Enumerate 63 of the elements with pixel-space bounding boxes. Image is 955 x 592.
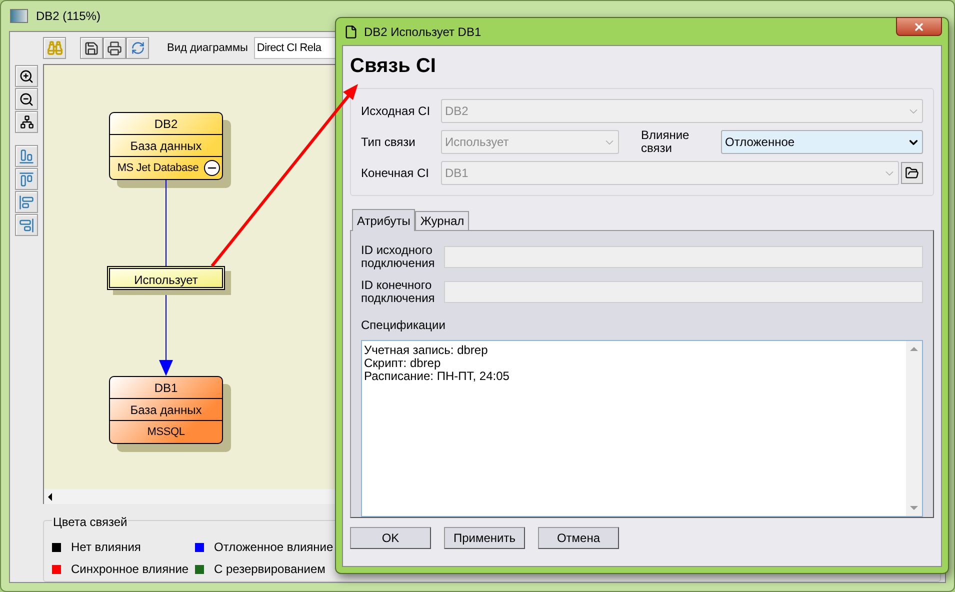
dialog-heading: Связь CI bbox=[350, 54, 437, 78]
tree-icon bbox=[20, 115, 34, 129]
folder-icon bbox=[905, 166, 919, 180]
legend-label: Синхронное влияние bbox=[71, 561, 189, 578]
node-title: DB2 bbox=[110, 113, 222, 135]
printer-icon bbox=[107, 40, 122, 56]
save-icon bbox=[84, 40, 99, 56]
field-label: Тип связи bbox=[361, 134, 416, 151]
align-top-icon bbox=[19, 172, 34, 186]
field-label: ID конечного подключения bbox=[361, 278, 436, 305]
align-bottom-button[interactable] bbox=[15, 145, 38, 167]
open-ci-button[interactable] bbox=[901, 162, 923, 184]
zoom-out-button[interactable] bbox=[15, 88, 38, 110]
node-product: MS Jet Database bbox=[117, 160, 199, 176]
dialog-title: DB2 Использует DB1 bbox=[364, 24, 482, 40]
scroll-up-icon[interactable] bbox=[910, 347, 918, 352]
field-label: Влияние связи bbox=[641, 129, 690, 155]
legend-label: Нет влияния bbox=[71, 539, 141, 556]
node-product: MSSQL bbox=[147, 424, 185, 440]
field-label: ID исходного подключения bbox=[361, 244, 436, 270]
node-type: База данных bbox=[110, 135, 222, 157]
close-icon bbox=[913, 20, 925, 32]
dialog-button[interactable]: Отмена bbox=[538, 527, 619, 549]
legend-label: С резервированием bbox=[214, 561, 326, 578]
align-left-button[interactable] bbox=[15, 191, 38, 213]
vertical-scrollbar[interactable] bbox=[906, 341, 922, 516]
legend-label: Отложенное влияние bbox=[214, 539, 334, 556]
id-input-field[interactable] bbox=[444, 280, 923, 303]
specs-label: Спецификации bbox=[361, 317, 446, 334]
dialog-button[interactable]: Применить bbox=[444, 527, 525, 549]
impact-dropdown[interactable]: Отложенное bbox=[721, 130, 923, 154]
view-label: Вид диаграммы bbox=[167, 40, 248, 56]
layout-button[interactable] bbox=[15, 111, 38, 133]
node-title: DB1 bbox=[110, 377, 222, 399]
print-button[interactable] bbox=[103, 37, 126, 59]
node-type: База данных bbox=[110, 399, 222, 421]
document-icon bbox=[344, 24, 358, 38]
dialog-button[interactable]: OK bbox=[350, 527, 431, 549]
tab[interactable]: Атрибуты bbox=[352, 209, 416, 231]
align-top-button[interactable] bbox=[15, 168, 38, 190]
window-icon bbox=[10, 9, 28, 23]
align-right-button[interactable] bbox=[15, 214, 38, 236]
align-left-icon bbox=[19, 194, 34, 210]
binoculars-icon bbox=[46, 40, 62, 56]
specifications-field[interactable]: Учетная запись: dbrep Скрипт: dbrep Расписание: ПН-ПТ, 24:05 bbox=[361, 340, 923, 517]
window-title: DB2 (115%) bbox=[36, 8, 100, 25]
align-right-icon bbox=[19, 218, 34, 232]
tab[interactable]: Журнал bbox=[415, 211, 470, 230]
field-label: Исходная CI bbox=[361, 103, 432, 120]
zoom-in-icon bbox=[19, 68, 34, 84]
find-button[interactable] bbox=[43, 37, 66, 59]
save-button[interactable] bbox=[80, 37, 103, 59]
collapse-icon[interactable] bbox=[204, 160, 220, 176]
id-input-field[interactable] bbox=[444, 246, 923, 268]
refresh-button[interactable] bbox=[126, 37, 149, 59]
zoom-in-button[interactable] bbox=[15, 65, 38, 87]
scroll-left-icon[interactable] bbox=[48, 492, 52, 500]
align-bottom-icon bbox=[19, 148, 34, 164]
refresh-icon bbox=[130, 41, 144, 55]
zoom-out-icon bbox=[19, 92, 34, 106]
field-label: Конечная CI bbox=[361, 165, 430, 182]
scroll-down-icon[interactable] bbox=[910, 506, 918, 510]
close-button[interactable] bbox=[896, 17, 942, 36]
